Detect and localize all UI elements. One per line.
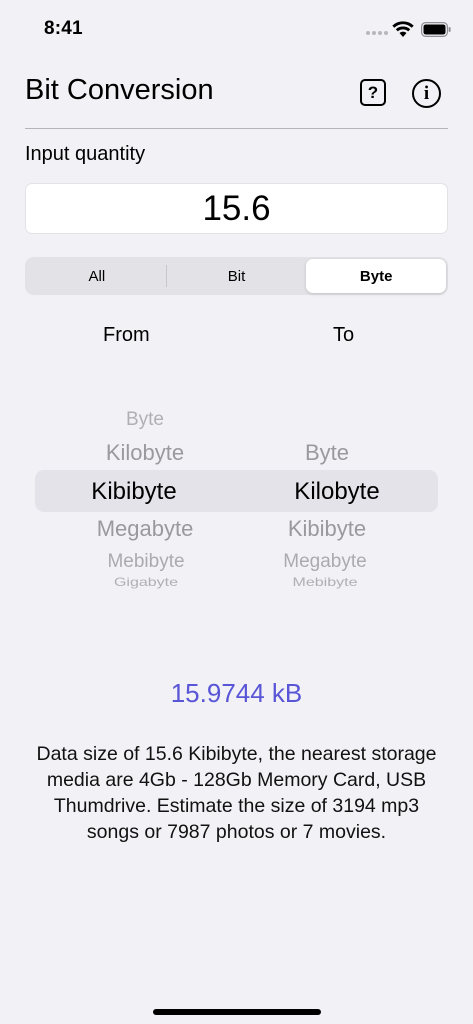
picker-option[interactable]: Kibibyte [288, 516, 366, 542]
picker-option[interactable]: Byte [305, 440, 349, 466]
picker-option[interactable]: Kilobyte [106, 440, 184, 466]
picker-option[interactable]: Megabyte [283, 551, 366, 573]
info-icon: i [423, 82, 430, 104]
segment-separator [166, 265, 167, 287]
info-button[interactable]: i [412, 79, 441, 108]
quantity-input[interactable] [25, 183, 448, 234]
picker-selected-option[interactable]: Kilobyte [294, 478, 379, 506]
storage-estimate-description: Data size of 15.6 Kibibyte, the nearest … [36, 743, 437, 843]
status-time: 8:41 [44, 18, 83, 39]
segment-bit[interactable]: Bit [167, 259, 307, 293]
page-title: Bit Conversion [25, 74, 214, 106]
to-column-label: To [333, 324, 355, 346]
unit-type-segmented-control: All Bit Byte [25, 257, 448, 295]
picker-option-clip: Gigabyte [90, 576, 202, 594]
conversion-result: 15.9744 kB [170, 678, 303, 708]
picker-option[interactable]: Mebibyte [293, 576, 358, 590]
status-bar: 8:41 [0, 0, 473, 58]
input-quantity-label: Input quantity [25, 143, 146, 165]
from-column-label: From [103, 324, 150, 346]
battery-icon [421, 22, 451, 37]
picker-option-clip: Mebibyte [265, 576, 385, 594]
picker-selected-option[interactable]: Kibibyte [91, 478, 176, 506]
help-button[interactable]: ? [360, 79, 386, 106]
cellular-signal-icon [366, 31, 388, 35]
question-mark-icon: ? [367, 82, 379, 102]
segment-byte[interactable]: Byte [306, 259, 447, 293]
picker-option[interactable]: Megabyte [97, 516, 194, 542]
wifi-icon [392, 21, 414, 37]
picker-option[interactable]: Byte [126, 409, 164, 431]
header-divider [25, 128, 448, 129]
picker-option[interactable]: Mebibyte [107, 551, 184, 573]
segment-all[interactable]: All [27, 259, 167, 293]
home-indicator[interactable] [153, 1009, 321, 1015]
picker-option[interactable]: Gigabyte [114, 576, 178, 590]
